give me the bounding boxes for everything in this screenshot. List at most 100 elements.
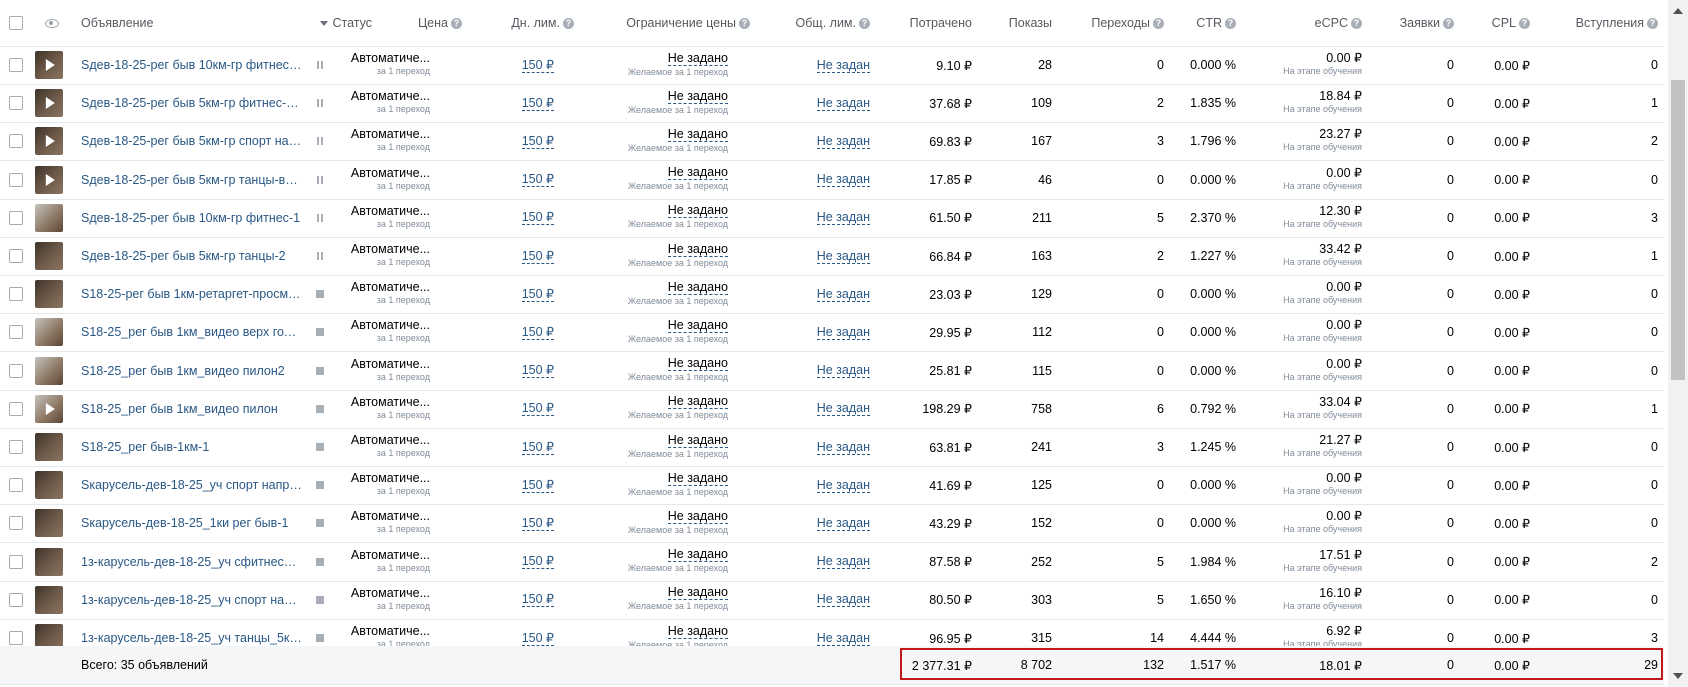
price-limit-link[interactable]: Не задано: [667, 433, 728, 448]
stop-icon[interactable]: [316, 634, 324, 642]
stop-icon[interactable]: [316, 290, 324, 299]
help-icon[interactable]: ?: [1519, 17, 1530, 29]
row-checkbox[interactable]: [9, 401, 23, 416]
price-limit-link[interactable]: Не задано: [667, 280, 728, 295]
ad-thumbnail[interactable]: [35, 89, 63, 118]
ad-thumbnail[interactable]: [35, 51, 63, 79]
total-limit-link[interactable]: Не задан: [816, 592, 870, 608]
col-daily-limit[interactable]: Дн. лим.?: [470, 0, 574, 46]
col-price-limit[interactable]: Ограничение цены?: [590, 0, 750, 46]
daily-limit-link[interactable]: 150 ₽: [521, 249, 554, 264]
row-checkbox[interactable]: [9, 134, 23, 149]
table-row[interactable]: Sкарусель-дев-18-25_уч спорт напр_... Авт…: [0, 466, 1664, 506]
table-row[interactable]: Sдев-18-25-рег быв 5км-гр танцы-виде... А…: [0, 161, 1664, 200]
ad-thumbnail[interactable]: [35, 165, 63, 194]
price-limit-link[interactable]: Не задано: [667, 471, 728, 486]
total-limit-link[interactable]: Не задан: [816, 325, 870, 340]
total-limit-link[interactable]: Не задан: [816, 516, 870, 531]
select-all-checkbox[interactable]: [9, 16, 23, 30]
vertical-scrollbar[interactable]: [1668, 0, 1688, 687]
col-impressions[interactable]: Показы: [980, 0, 1052, 46]
table-row[interactable]: S18-25-рег быв 1км-ретаргет-просмотры Авт…: [0, 275, 1664, 315]
row-checkbox[interactable]: [9, 287, 23, 302]
table-row[interactable]: S18-25_рег быв 1км_видео верх голова Авто…: [0, 313, 1664, 353]
table-row[interactable]: Sдев-18-25-рег быв 5км-гр фитнес-вид... А…: [0, 84, 1664, 124]
ad-name-link[interactable]: Sдев-18-25-рег быв 5км-гр фитнес-вид...: [81, 96, 303, 110]
ad-thumbnail[interactable]: [35, 127, 63, 156]
total-limit-link[interactable]: Не задан: [816, 210, 870, 226]
row-checkbox[interactable]: [9, 592, 23, 607]
col-cpl[interactable]: CPL?: [1460, 0, 1530, 46]
ad-name-link[interactable]: Sдев-18-25-рег быв 10км-гр фитнес-1: [81, 211, 300, 225]
scrollbar-thumb[interactable]: [1671, 80, 1685, 380]
ad-name-link[interactable]: Sдев-18-25-рег быв 5км-гр танцы-2: [81, 249, 286, 263]
row-checkbox[interactable]: [9, 363, 23, 378]
pause-icon[interactable]: [317, 213, 323, 222]
total-limit-link[interactable]: Не задан: [816, 58, 870, 73]
daily-limit-link[interactable]: 150 ₽: [521, 478, 554, 493]
price-limit-link[interactable]: Не задано: [667, 395, 728, 410]
help-icon[interactable]: ?: [1153, 17, 1164, 29]
table-row[interactable]: Sкарусель-дев-18-25_1ки рег быв-1 Автомат…: [0, 504, 1664, 544]
ad-thumbnail[interactable]: [35, 509, 63, 538]
price-limit-link[interactable]: Не задано: [667, 127, 728, 142]
daily-limit-link[interactable]: 150 ₽: [521, 554, 554, 570]
total-limit-link[interactable]: Не задан: [816, 172, 870, 188]
ad-thumbnail[interactable]: [35, 585, 63, 614]
price-limit-link[interactable]: Не задано: [667, 318, 728, 333]
row-checkbox[interactable]: [9, 210, 23, 225]
help-icon[interactable]: ?: [451, 17, 462, 29]
row-checkbox[interactable]: [9, 172, 23, 187]
ad-thumbnail[interactable]: [35, 203, 63, 232]
price-limit-link[interactable]: Не задано: [667, 51, 728, 66]
col-leads[interactable]: Заявки?: [1380, 0, 1454, 46]
help-icon[interactable]: ?: [563, 17, 574, 29]
ad-name-link[interactable]: 1з-карусель-дев-18-25_уч танцы_5км ...: [81, 631, 303, 645]
total-limit-link[interactable]: Не задан: [816, 478, 870, 493]
ad-thumbnail[interactable]: [35, 547, 63, 576]
stop-icon[interactable]: [316, 443, 324, 451]
table-row[interactable]: Sдев-18-25-рег быв 5км-гр спорт напр... А…: [0, 122, 1664, 162]
daily-limit-link[interactable]: 150 ₽: [521, 96, 554, 111]
table-row[interactable]: S18-25_рег быв-1км-1 Автоматиче... за 1 пе…: [0, 428, 1664, 467]
row-checkbox[interactable]: [9, 516, 23, 531]
ad-thumbnail[interactable]: [35, 471, 63, 500]
daily-limit-link[interactable]: 150 ₽: [521, 631, 554, 646]
row-checkbox[interactable]: [9, 554, 23, 569]
price-limit-link[interactable]: Не задано: [667, 166, 728, 181]
ad-name-link[interactable]: S18-25_рег быв 1км_видео верх голова: [81, 325, 303, 339]
col-ctr[interactable]: CTR?: [1170, 0, 1236, 46]
total-limit-link[interactable]: Не задан: [816, 134, 870, 149]
ad-name-link[interactable]: S18-25_рег быв 1км_видео пилон: [81, 402, 278, 416]
ad-name-link[interactable]: Sдев-18-25-рег быв 5км-гр спорт напр...: [81, 134, 303, 148]
ad-name-link[interactable]: Sкарусель-дев-18-25_1ки рег быв-1: [81, 516, 288, 530]
help-icon[interactable]: ?: [859, 17, 870, 29]
ad-name-link[interactable]: Sдев-18-25-рег быв 10км-гр фитнес-ви...: [81, 58, 303, 72]
ad-thumbnail[interactable]: [35, 394, 63, 423]
total-limit-link[interactable]: Не задан: [816, 401, 870, 417]
eye-icon[interactable]: [45, 18, 59, 28]
ad-name-link[interactable]: S18-25_рег быв-1км-1: [81, 440, 209, 454]
table-row[interactable]: 1з-карусель-дев-18-25_уч спорт напрв... А…: [0, 581, 1664, 620]
price-limit-link[interactable]: Не задано: [667, 242, 728, 257]
daily-limit-link[interactable]: 150 ₽: [521, 325, 554, 340]
pause-icon[interactable]: [317, 252, 323, 260]
help-icon[interactable]: ?: [1351, 17, 1362, 29]
table-row[interactable]: Sдев-18-25-рег быв 5км-гр танцы-2 Автомат…: [0, 237, 1664, 276]
col-clicks[interactable]: Переходы?: [1060, 0, 1164, 46]
scroll-down-icon[interactable]: [1673, 673, 1683, 679]
help-icon[interactable]: ?: [1647, 17, 1658, 29]
ad-name-link[interactable]: 1з-карусель-дев-18-25_уч спорт напрв...: [81, 593, 303, 607]
pause-icon[interactable]: [317, 137, 323, 146]
daily-limit-link[interactable]: 150 ₽: [521, 287, 554, 302]
daily-limit-link[interactable]: 150 ₽: [521, 134, 554, 149]
total-limit-link[interactable]: Не задан: [816, 554, 870, 570]
ad-name-link[interactable]: S18-25_рег быв 1км_видео пилон2: [81, 364, 285, 378]
help-icon[interactable]: ?: [1225, 17, 1236, 29]
stop-icon[interactable]: [316, 404, 324, 413]
pause-icon[interactable]: [317, 61, 323, 69]
table-row[interactable]: Sдев-18-25-рег быв 10км-гр фитнес-ви... А…: [0, 46, 1664, 85]
row-checkbox[interactable]: [9, 96, 23, 111]
table-row[interactable]: S18-25_рег быв 1км_видео пилон2 Автоматич…: [0, 352, 1664, 391]
daily-limit-link[interactable]: 150 ₽: [521, 172, 554, 188]
